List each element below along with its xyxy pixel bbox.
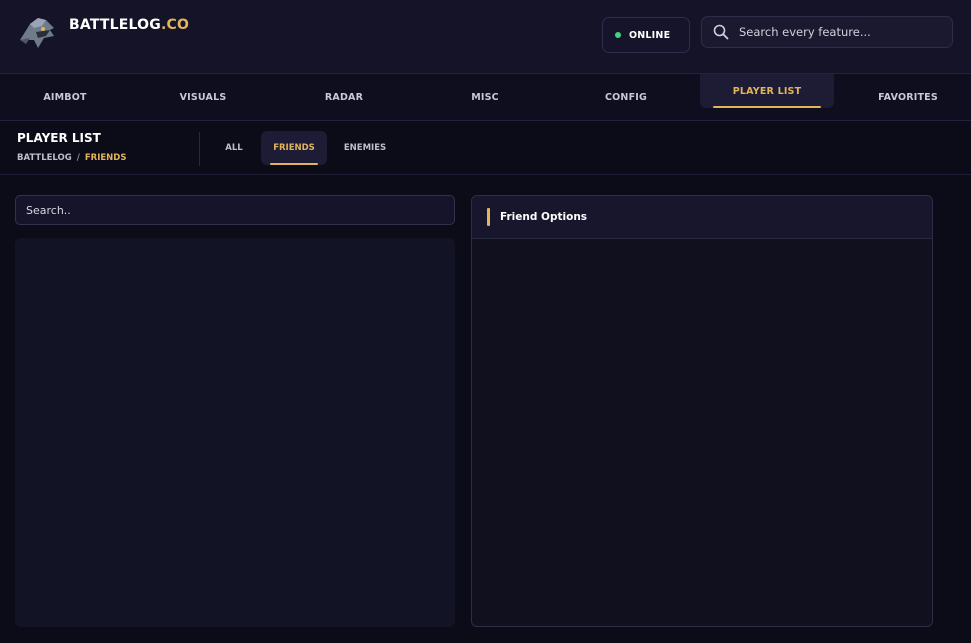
nav-favorites[interactable]: FAVORITES: [843, 74, 971, 121]
nav-player-list[interactable]: PLAYER LIST: [700, 74, 834, 108]
panel-header: Friend Options: [472, 196, 932, 239]
nav-config[interactable]: CONFIG: [561, 74, 691, 121]
breadcrumb: BATTLELOG / FRIENDS: [17, 153, 126, 163]
active-tab-underline: [713, 106, 821, 108]
brand-name[interactable]: BATTLELOG.CO: [69, 17, 189, 33]
main-nav: AIMBOT VISUALS RADAR MISC CONFIG PLAYER …: [0, 73, 971, 121]
player-list[interactable]: [15, 238, 455, 627]
sub-header: PLAYER LIST BATTLELOG / FRIENDS ALL FRIEND…: [0, 121, 971, 175]
status-label: ONLINE: [629, 29, 671, 41]
friend-options-panel: Friend Options: [471, 195, 933, 627]
global-search-input[interactable]: [739, 25, 952, 39]
player-search-input[interactable]: [15, 195, 455, 225]
page-title: PLAYER LIST: [17, 131, 101, 145]
global-search[interactable]: [701, 16, 953, 48]
breadcrumb-current: FRIENDS: [84, 153, 127, 163]
online-dot-icon: [615, 32, 621, 38]
brand-accent: .CO: [160, 17, 190, 33]
nav-radar[interactable]: RADAR: [279, 74, 409, 121]
app-header: BATTLELOG.CO ONLINE: [0, 0, 971, 73]
tab-enemies[interactable]: ENEMIES: [337, 131, 393, 165]
divider: [199, 132, 200, 166]
panel-title: Friend Options: [500, 211, 588, 223]
shark-logo-icon: [20, 18, 54, 48]
nav-visuals[interactable]: VISUALS: [138, 74, 268, 121]
active-subtab-underline: [270, 163, 318, 165]
online-status-badge: ONLINE: [602, 17, 690, 53]
breadcrumb-root[interactable]: BATTLELOG: [17, 153, 72, 163]
nav-misc[interactable]: MISC: [420, 74, 550, 121]
tab-all[interactable]: ALL: [216, 131, 252, 165]
tab-friends[interactable]: FRIENDS: [261, 131, 327, 165]
panel-accent-bar: [487, 208, 490, 226]
breadcrumb-separator: /: [76, 153, 80, 163]
nav-aimbot[interactable]: AIMBOT: [0, 74, 130, 121]
search-icon: [713, 24, 729, 40]
